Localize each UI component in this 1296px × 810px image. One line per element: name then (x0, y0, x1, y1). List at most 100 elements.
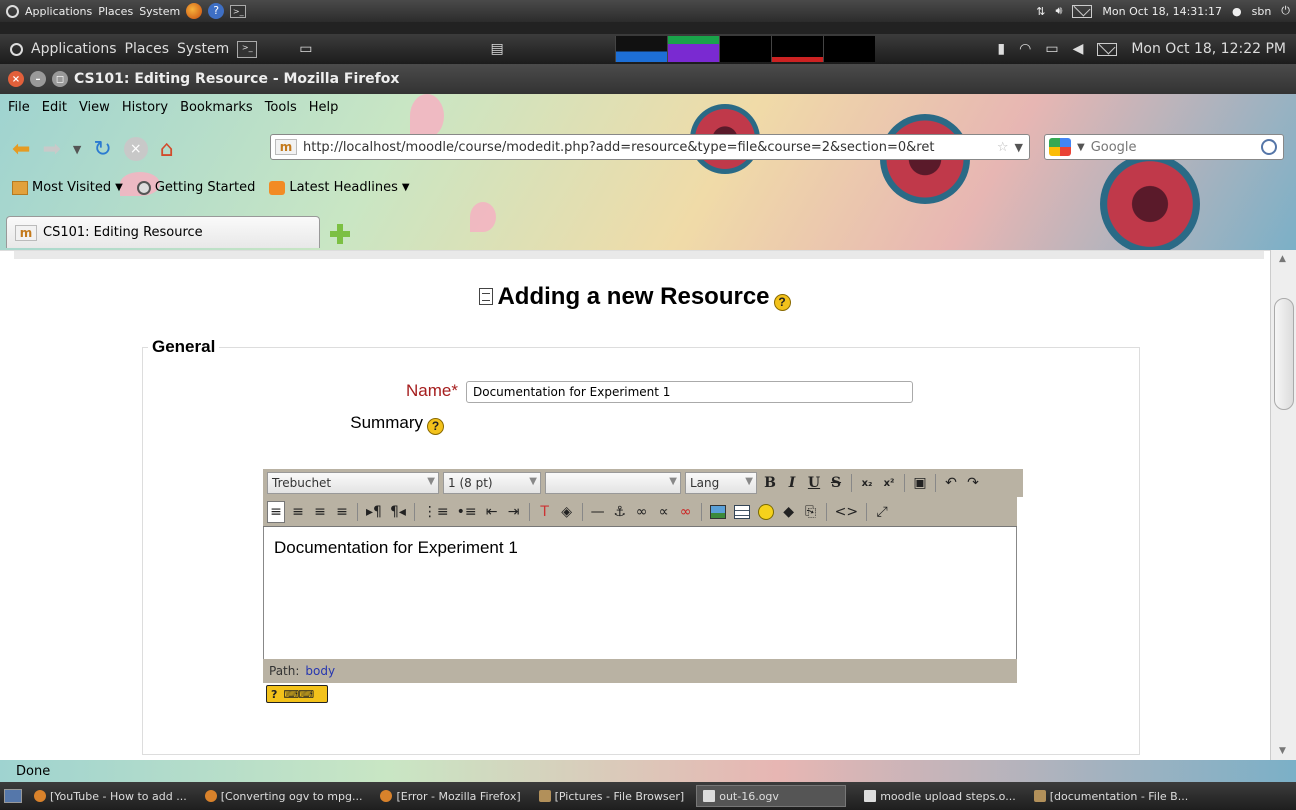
summary-help-icon[interactable]: ? (427, 418, 444, 435)
applications-logo-icon[interactable] (6, 4, 19, 18)
host-menu-places[interactable]: Places (98, 5, 133, 18)
taskbar-item[interactable]: [YouTube - How to add ... (28, 785, 193, 807)
guest-clipboard-icon[interactable]: ▤ (491, 41, 504, 57)
redo-icon[interactable]: ↷ (964, 472, 982, 494)
window-maximize-icon[interactable]: ◻ (52, 71, 68, 87)
taskbar-item[interactable]: moodle upload steps.o... (858, 785, 1022, 807)
text-color-icon[interactable]: T (536, 501, 554, 523)
ordered-list-icon[interactable]: ⋮≡ (421, 501, 451, 523)
strikethrough-button[interactable]: S (827, 472, 845, 494)
home-icon[interactable]: ⌂ (160, 137, 174, 162)
insert-smiley-icon[interactable] (756, 501, 776, 523)
url-dropdown-icon[interactable]: ▼ (1015, 141, 1023, 154)
menu-history[interactable]: History (122, 100, 168, 115)
search-engine-dropdown-icon[interactable]: ▼ (1077, 142, 1085, 153)
guest-applications-logo-icon[interactable] (10, 42, 23, 56)
host-menu-applications[interactable]: Applications (25, 5, 92, 18)
html-source-icon[interactable]: <> (833, 501, 860, 523)
editor-help-button[interactable]: ? ⌨⌨ (266, 685, 328, 703)
terminal-launcher-icon[interactable]: >_ (230, 4, 247, 18)
guest-mail-icon[interactable] (1097, 42, 1118, 56)
vertical-scrollbar[interactable]: ▲ ▼ (1270, 250, 1296, 760)
taskbar-item[interactable]: [documentation - File B... (1028, 785, 1195, 807)
power-icon[interactable]: ⏻ (1281, 4, 1290, 18)
menu-tools[interactable]: Tools (265, 100, 297, 115)
search-input[interactable] (1090, 139, 1251, 155)
guest-volume-icon[interactable]: ◀ (1073, 41, 1084, 57)
style-select[interactable]: ▼ (545, 472, 681, 494)
underline-button[interactable]: U (805, 472, 823, 494)
name-input[interactable] (466, 381, 913, 403)
google-engine-icon[interactable] (1049, 138, 1071, 156)
guest-clock[interactable]: Mon Oct 18, 12:22 PM (1131, 41, 1286, 57)
superscript-button[interactable]: x² (880, 472, 898, 494)
fullscreen-icon[interactable]: ⤢ (873, 501, 891, 523)
menu-file[interactable]: File (8, 100, 30, 115)
font-family-select[interactable]: Trebuchet ▼ (267, 472, 439, 494)
tab-cs101-editing-resource[interactable]: m CS101: Editing Resource (6, 216, 320, 248)
taskbar-item[interactable]: [Pictures - File Browser] (533, 785, 691, 807)
guest-menu-system[interactable]: System (177, 41, 229, 57)
back-arrow-icon[interactable]: ⬅ (12, 137, 30, 162)
insert-image-icon[interactable] (708, 501, 728, 523)
align-center-icon[interactable]: ≡ (289, 501, 307, 523)
horizontal-rule-icon[interactable]: — (589, 501, 607, 523)
menu-bookmarks[interactable]: Bookmarks (180, 100, 253, 115)
scroll-down-icon[interactable]: ▼ (1279, 746, 1286, 756)
unlink-icon[interactable]: ∝ (655, 501, 673, 523)
insert-table-icon[interactable] (732, 501, 752, 523)
history-dropdown-icon[interactable]: ▼ (73, 143, 81, 156)
bold-button[interactable]: B (761, 472, 779, 494)
undo-icon[interactable]: ↶ (942, 472, 960, 494)
outdent-icon[interactable]: ⇤ (483, 501, 501, 523)
guest-menu-applications[interactable]: Applications (31, 41, 117, 57)
guest-battery-icon[interactable]: ▭ (1045, 41, 1058, 57)
guest-menu-places[interactable]: Places (125, 41, 170, 57)
align-left-icon[interactable]: ≡ (267, 500, 285, 523)
scroll-up-icon[interactable]: ▲ (1279, 254, 1286, 264)
forward-arrow-icon[interactable]: ➡ (42, 137, 60, 162)
bookmark-latest-headlines[interactable]: Latest Headlines ▼ (269, 180, 410, 195)
special-char-icon[interactable]: ◆ (780, 501, 798, 523)
mail-icon[interactable] (1072, 4, 1093, 18)
network-icon[interactable]: ⇅ (1036, 5, 1045, 18)
subscript-button[interactable]: x₂ (858, 472, 876, 494)
url-text[interactable]: http://localhost/moodle/course/modedit.p… (303, 140, 991, 155)
indent-icon[interactable]: ⇥ (505, 501, 523, 523)
stop-icon[interactable]: × (123, 137, 148, 161)
url-bar[interactable]: m http://localhost/moodle/course/modedit… (270, 134, 1030, 160)
bookmark-getting-started[interactable]: Getting Started (136, 180, 255, 195)
search-icon[interactable] (1261, 139, 1277, 155)
firefox-launcher-icon[interactable] (186, 3, 203, 19)
taskbar-item[interactable]: [Error - Mozilla Firefox] (374, 785, 526, 807)
menu-view[interactable]: View (79, 100, 110, 115)
link-icon[interactable]: ∞ (633, 501, 651, 523)
window-minimize-icon[interactable]: – (30, 71, 46, 87)
align-justify-icon[interactable]: ≡ (333, 501, 351, 523)
reload-icon[interactable]: ↻ (93, 137, 111, 162)
bookmark-most-visited[interactable]: Most Visited ▼ (12, 180, 123, 195)
ltr-icon[interactable]: ▸¶ (364, 501, 384, 523)
host-clock[interactable]: Mon Oct 18, 14:31:17 (1102, 5, 1222, 18)
editor-content-area[interactable]: Documentation for Experiment 1 (264, 528, 1016, 658)
host-menu-system[interactable]: System (139, 5, 180, 18)
guest-wifi-icon[interactable]: ◠ (1019, 41, 1031, 57)
help-launcher-icon[interactable]: ? (208, 3, 225, 19)
scrollbar-thumb[interactable] (1274, 298, 1294, 410)
menu-edit[interactable]: Edit (42, 100, 67, 115)
menu-help[interactable]: Help (309, 100, 339, 115)
bookmark-star-icon[interactable]: ☆ (997, 140, 1009, 155)
new-tab-icon[interactable] (330, 224, 350, 244)
system-monitor-graphs[interactable] (615, 36, 875, 62)
help-icon[interactable]: ? (773, 294, 791, 311)
window-close-icon[interactable]: × (8, 71, 24, 87)
lang-select[interactable]: Lang ▼ (685, 472, 757, 494)
guest-indicator-icon[interactable]: ▮ (997, 41, 1005, 57)
anchor-icon[interactable]: ⚓ (611, 501, 629, 523)
clean-word-icon[interactable]: ▣ (911, 472, 929, 494)
window-titlebar[interactable]: × – ◻ CS101: Editing Resource - Mozilla … (0, 64, 1296, 94)
italic-button[interactable]: I (783, 472, 801, 494)
guest-display-icon[interactable]: ▭ (299, 41, 312, 57)
host-user-name[interactable]: sbn (1252, 5, 1272, 18)
rtl-icon[interactable]: ¶◂ (388, 501, 408, 523)
